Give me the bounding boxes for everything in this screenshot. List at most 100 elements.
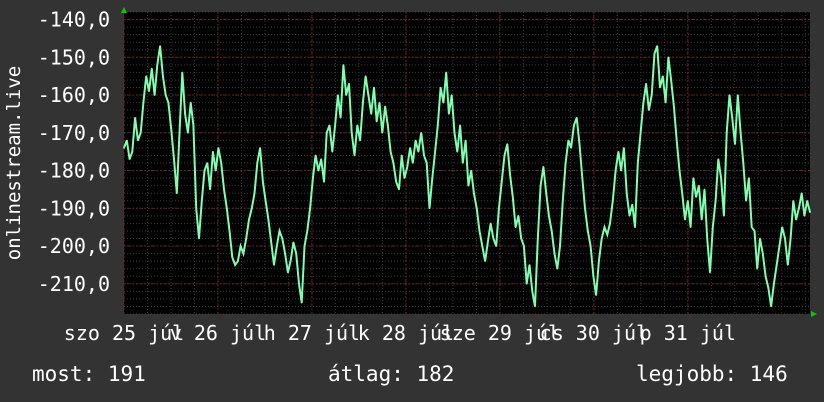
- data-point: [762, 252, 764, 255]
- data-point: [617, 150, 620, 153]
- data-point: [795, 218, 797, 221]
- data-point: [556, 267, 559, 270]
- data-point: [609, 222, 611, 225]
- data-point: [756, 267, 758, 270]
- data-point: [667, 56, 670, 59]
- data-point: [806, 200, 808, 202]
- data-point: [137, 139, 139, 142]
- data-point: [431, 177, 434, 179]
- data-point: [481, 245, 484, 247]
- data-point: [273, 264, 275, 266]
- data-point: [656, 45, 658, 47]
- data-point: [201, 200, 203, 202]
- data-point: [292, 241, 295, 244]
- data-point: [495, 245, 498, 247]
- data-point: [498, 207, 500, 210]
- data-point: [123, 147, 125, 149]
- chart-panel: -140,0 -150,0 -160,0 -170,0 -180,0 -190,0 -200…: [0, 0, 824, 402]
- data-point: [334, 124, 336, 127]
- data-point: [192, 124, 195, 127]
- y-tick-label: -170,0: [38, 121, 110, 145]
- data-point: [417, 150, 420, 153]
- data-point: [567, 139, 570, 142]
- data-point: [637, 162, 639, 164]
- data-point: [612, 200, 614, 202]
- data-point: [545, 192, 547, 194]
- data-point: [500, 181, 503, 183]
- data-point: [720, 177, 722, 179]
- data-point: [750, 226, 753, 228]
- data-point: [239, 245, 242, 247]
- data-point: [784, 237, 786, 240]
- data-point: [748, 177, 750, 179]
- current-value: most: 191: [32, 362, 146, 386]
- data-point: [653, 52, 656, 55]
- data-point: [312, 177, 314, 179]
- data-point: [662, 75, 664, 77]
- data-point: [395, 181, 398, 183]
- data-point: [589, 245, 592, 247]
- data-point: [323, 181, 325, 183]
- data-point: [623, 147, 625, 149]
- data-point: [473, 192, 475, 194]
- data-point: [606, 233, 609, 236]
- data-point: [695, 196, 697, 198]
- data-point: [206, 162, 209, 164]
- data-point: [753, 230, 756, 232]
- data-point: [703, 188, 706, 191]
- data-point: [692, 177, 695, 179]
- data-point: [281, 237, 284, 240]
- data-point: [478, 230, 481, 232]
- data-point: [345, 94, 348, 96]
- data-point: [528, 264, 531, 266]
- data-point: [298, 283, 300, 285]
- best-value: legjobb: 146: [636, 362, 788, 386]
- data-point: [503, 154, 506, 157]
- data-point: [562, 200, 564, 202]
- y-tick-label: -200,0: [38, 234, 110, 258]
- data-point: [709, 271, 711, 274]
- data-point: [706, 237, 708, 240]
- data-point: [534, 305, 536, 308]
- data-point: [573, 124, 575, 127]
- x-tick-label: h 27 júl: [264, 321, 360, 345]
- data-point: [467, 184, 470, 187]
- data-point: [375, 120, 378, 123]
- data-point: [700, 218, 703, 221]
- data-point: [237, 260, 239, 262]
- data-point: [167, 101, 170, 104]
- data-point: [434, 150, 436, 153]
- y-tick-label: -140,0: [38, 8, 110, 32]
- data-point: [359, 139, 361, 142]
- data-point: [539, 184, 542, 187]
- data-point: [412, 162, 414, 164]
- data-point: [684, 218, 686, 221]
- data-point: [442, 101, 445, 104]
- data-point: [264, 200, 267, 202]
- y-axis-arrow-icon: [121, 7, 127, 13]
- data-point: [798, 207, 800, 210]
- data-point: [464, 139, 467, 142]
- data-point: [189, 101, 192, 104]
- data-point: [217, 147, 220, 149]
- data-point: [187, 132, 189, 134]
- data-point: [737, 94, 739, 96]
- data-point: [126, 139, 128, 142]
- data-point: [223, 188, 225, 191]
- data-point: [148, 90, 150, 93]
- data-point: [731, 116, 733, 119]
- data-point: [212, 150, 214, 153]
- line-chart: -140,0 -150,0 -160,0 -170,0 -180,0 -190,0 -200…: [3, 7, 817, 345]
- y-axis-label: onlinestream.live: [3, 66, 25, 260]
- data-point: [248, 218, 250, 221]
- y-tick-label: -150,0: [38, 45, 110, 69]
- data-point: [378, 101, 381, 104]
- data-point: [231, 256, 234, 259]
- data-point: [256, 162, 259, 164]
- data-point: [245, 237, 247, 240]
- data-point: [659, 86, 661, 89]
- data-point: [603, 226, 606, 228]
- data-point: [687, 200, 689, 202]
- data-point: [350, 132, 353, 134]
- data-point: [159, 45, 161, 47]
